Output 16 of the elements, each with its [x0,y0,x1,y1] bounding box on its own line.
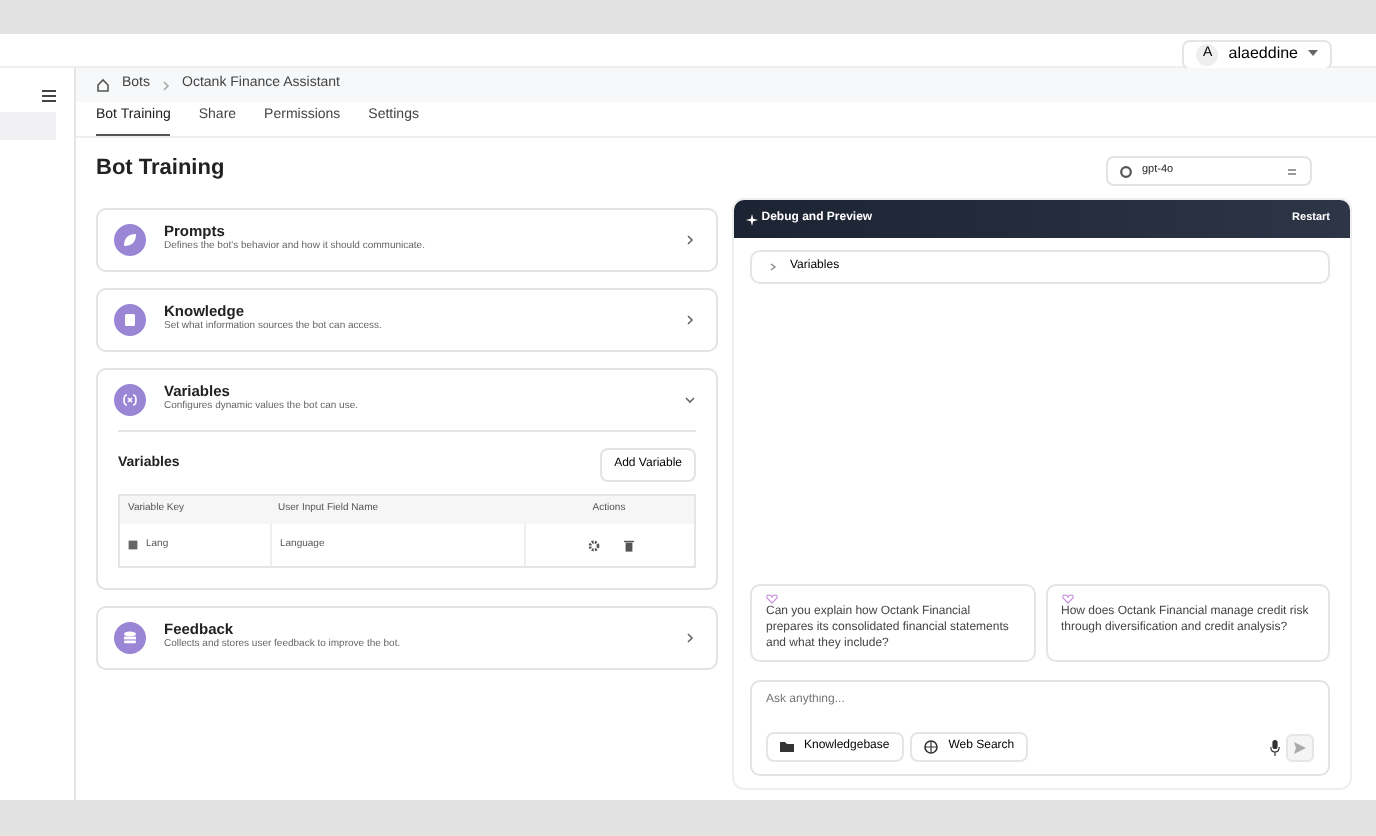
selector-icon [1286,165,1298,177]
caret-icon [1308,50,1318,58]
chevron-icon [162,79,171,91]
leaf-icon [118,228,142,252]
send-icon [1294,741,1306,753]
globe-icon [924,740,939,754]
heart-icon [766,593,778,604]
menu-icon[interactable] [42,90,56,102]
home-icon [96,78,110,92]
folder-icon [780,740,794,754]
microphone-icon[interactable] [1269,739,1279,755]
page-title: Bot Training [96,156,227,184]
sparkle-icon [746,213,758,225]
model-icon [1120,165,1132,177]
heart-icon [1061,593,1073,604]
trash-icon[interactable] [623,539,633,551]
